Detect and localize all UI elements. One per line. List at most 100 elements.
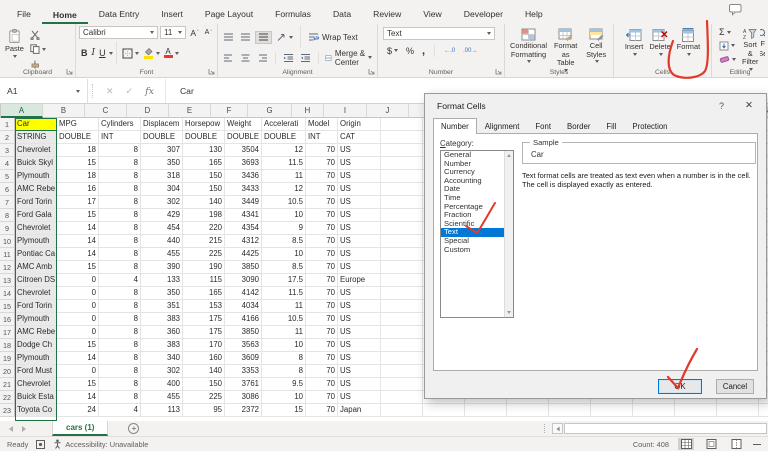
- cell-C20[interactable]: 8: [99, 365, 141, 378]
- align-center-button[interactable]: [238, 51, 253, 64]
- percent-style-button[interactable]: %: [404, 44, 416, 57]
- cell-D11[interactable]: 455: [141, 248, 183, 261]
- sheet-nav-prev-icon[interactable]: [9, 426, 13, 432]
- cell-G20[interactable]: 8: [262, 365, 306, 378]
- cell-G18[interactable]: 10: [262, 339, 306, 352]
- cell-F23[interactable]: 2372: [225, 404, 262, 417]
- cell-E22[interactable]: 225: [183, 391, 225, 404]
- cell-I13[interactable]: Europe: [338, 274, 381, 287]
- ribbon-tab-insert[interactable]: Insert: [150, 4, 194, 24]
- cell-B12[interactable]: 15: [57, 261, 99, 274]
- cell-H21[interactable]: 70: [306, 378, 338, 391]
- cell-J10[interactable]: [381, 235, 423, 248]
- dialog-tab-number[interactable]: Number: [433, 118, 477, 134]
- cell-B13[interactable]: 0: [57, 274, 99, 287]
- ok-button[interactable]: OK: [658, 379, 702, 394]
- cell-E3[interactable]: 130: [183, 144, 225, 157]
- cut-button[interactable]: [28, 28, 48, 41]
- row-header-9[interactable]: 9: [0, 222, 15, 235]
- cell-A14[interactable]: Chevrolet: [15, 287, 57, 300]
- cancel-button[interactable]: Cancel: [716, 379, 754, 394]
- cell-F17[interactable]: 3850: [225, 326, 262, 339]
- cell-A20[interactable]: Ford Must: [15, 365, 57, 378]
- hscroll-thumb[interactable]: [564, 423, 767, 434]
- cell-D8[interactable]: 429: [141, 209, 183, 222]
- cell-G6[interactable]: 12: [262, 183, 306, 196]
- cell-C11[interactable]: 8: [99, 248, 141, 261]
- cell-C19[interactable]: 8: [99, 352, 141, 365]
- cell-D14[interactable]: 350: [141, 287, 183, 300]
- cell-B8[interactable]: 15: [57, 209, 99, 222]
- sheet-nav-next-icon[interactable]: [22, 426, 26, 432]
- cell-J2[interactable]: [381, 131, 423, 144]
- cell-C15[interactable]: 8: [99, 300, 141, 313]
- font-size-select[interactable]: 11: [160, 26, 186, 39]
- cell-B14[interactable]: 0: [57, 287, 99, 300]
- cell-H8[interactable]: 70: [306, 209, 338, 222]
- cell-E18[interactable]: 170: [183, 339, 225, 352]
- cell-A23[interactable]: Toyota Co: [15, 404, 57, 417]
- cancel-entry-icon[interactable]: ✕: [106, 86, 114, 97]
- cell-E16[interactable]: 175: [183, 313, 225, 326]
- cell-D6[interactable]: 304: [141, 183, 183, 196]
- accounting-format-button[interactable]: $: [385, 44, 400, 57]
- row-header-13[interactable]: 13: [0, 274, 15, 287]
- cell-D23[interactable]: 113: [141, 404, 183, 417]
- cell-B1[interactable]: MPG: [57, 118, 99, 131]
- row-header-19[interactable]: 19: [0, 352, 15, 365]
- row-header-21[interactable]: 21: [0, 378, 15, 391]
- column-header-A[interactable]: A: [1, 104, 43, 118]
- cell-F13[interactable]: 3090: [225, 274, 262, 287]
- cell-R23[interactable]: [717, 404, 759, 417]
- cell-G8[interactable]: 10: [262, 209, 306, 222]
- cell-G21[interactable]: 9.5: [262, 378, 306, 391]
- row-header-14[interactable]: 14: [0, 287, 15, 300]
- ribbon-tab-formulas[interactable]: Formulas: [264, 4, 322, 24]
- scroll-up-icon[interactable]: [507, 154, 511, 157]
- cell-C21[interactable]: 8: [99, 378, 141, 391]
- cell-O23[interactable]: [591, 404, 633, 417]
- cell-I10[interactable]: US: [338, 235, 381, 248]
- cell-C4[interactable]: 8: [99, 157, 141, 170]
- cell-J14[interactable]: [381, 287, 423, 300]
- cell-F6[interactable]: 3433: [225, 183, 262, 196]
- cell-F2[interactable]: DOUBLE: [225, 131, 262, 144]
- cell-Q23[interactable]: [675, 404, 717, 417]
- cell-A2[interactable]: STRING: [15, 131, 57, 144]
- cell-B16[interactable]: 0: [57, 313, 99, 326]
- font-color-button[interactable]: A: [162, 47, 181, 60]
- page-layout-view-icon[interactable]: [703, 438, 719, 450]
- conditional-formatting-button[interactable]: Conditional Formatting: [508, 26, 549, 63]
- cell-G2[interactable]: DOUBLE: [262, 131, 306, 144]
- category-list-scrollbar[interactable]: [504, 151, 513, 317]
- cell-J16[interactable]: [381, 313, 423, 326]
- cell-J7[interactable]: [381, 196, 423, 209]
- cell-I23[interactable]: Japan: [338, 404, 381, 417]
- increase-indent-button[interactable]: [298, 51, 313, 64]
- cell-H3[interactable]: 70: [306, 144, 338, 157]
- ribbon-tab-help[interactable]: Help: [514, 4, 554, 24]
- normal-view-icon[interactable]: [678, 438, 694, 450]
- cell-I5[interactable]: US: [338, 170, 381, 183]
- zoom-out-icon[interactable]: [753, 444, 761, 445]
- cell-A15[interactable]: Ford Torin: [15, 300, 57, 313]
- cell-I3[interactable]: US: [338, 144, 381, 157]
- cell-J8[interactable]: [381, 209, 423, 222]
- cell-styles-button[interactable]: Cell Styles: [582, 26, 610, 63]
- cell-E23[interactable]: 95: [183, 404, 225, 417]
- page-break-view-icon[interactable]: [728, 438, 744, 450]
- dialog-help-icon[interactable]: ?: [719, 101, 724, 111]
- cell-S23[interactable]: [759, 404, 768, 417]
- cell-E12[interactable]: 190: [183, 261, 225, 274]
- cell-I8[interactable]: US: [338, 209, 381, 222]
- cell-I16[interactable]: US: [338, 313, 381, 326]
- cell-C17[interactable]: 8: [99, 326, 141, 339]
- cell-I19[interactable]: US: [338, 352, 381, 365]
- format-as-table-button[interactable]: Format as Table: [550, 26, 581, 72]
- align-right-button[interactable]: [255, 51, 270, 64]
- cell-B20[interactable]: 0: [57, 365, 99, 378]
- cell-D4[interactable]: 350: [141, 157, 183, 170]
- cell-E21[interactable]: 150: [183, 378, 225, 391]
- cell-C5[interactable]: 8: [99, 170, 141, 183]
- cell-A21[interactable]: Chevrolet: [15, 378, 57, 391]
